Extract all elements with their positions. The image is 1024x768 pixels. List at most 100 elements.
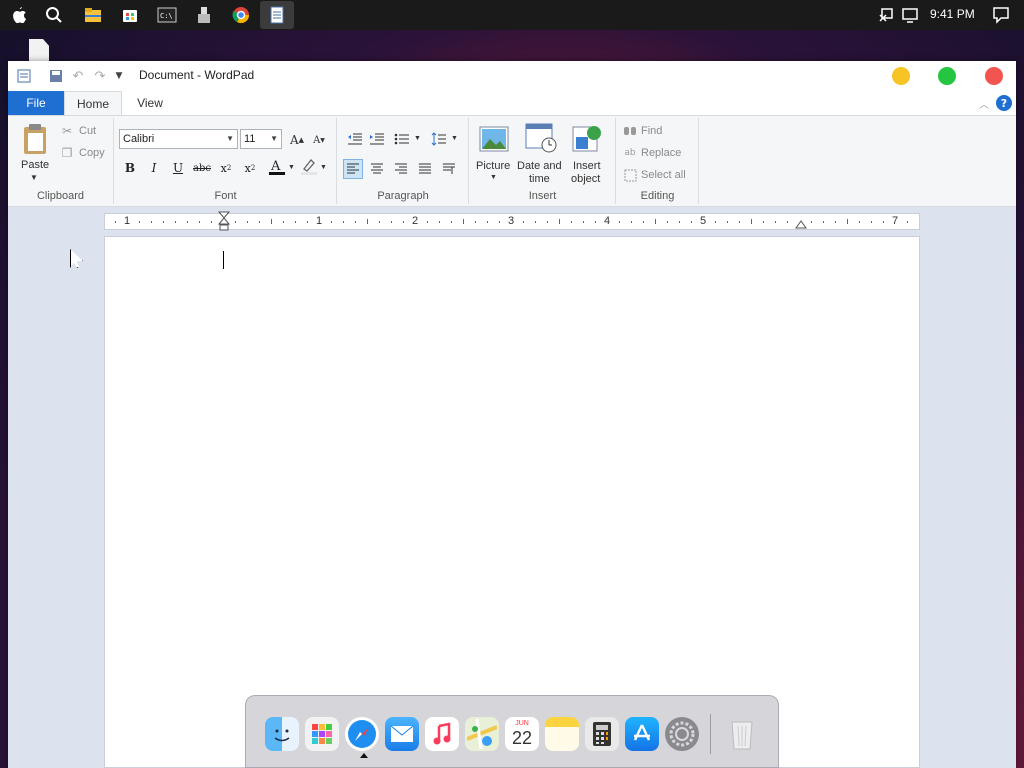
line-spacing-dropdown-icon[interactable]: ▼ <box>451 135 458 142</box>
file-explorer-icon[interactable] <box>82 4 104 26</box>
replace-icon[interactable]: ab <box>623 146 637 160</box>
grow-font-icon[interactable]: A ▲ <box>288 131 306 149</box>
justify-button[interactable] <box>415 159 435 179</box>
shrink-font-icon[interactable]: A ▼ <box>310 131 328 149</box>
increase-indent-icon[interactable] <box>368 131 386 147</box>
apple-icon[interactable] <box>8 4 30 26</box>
undo-icon[interactable]: ↶ <box>70 68 86 84</box>
superscript-icon[interactable]: x2 <box>240 158 260 178</box>
chrome-icon[interactable] <box>230 4 252 26</box>
collapse-ribbon-icon[interactable]: ︿ <box>976 95 992 111</box>
insert-object-button-line1[interactable]: Insert <box>573 160 601 172</box>
replace-button[interactable]: Replace <box>641 147 681 159</box>
customize-icon[interactable]: ▼ <box>111 68 127 84</box>
launchpad-icon[interactable] <box>305 717 339 751</box>
help-icon[interactable]: ? <box>996 95 1012 111</box>
subscript-icon[interactable]: x2 <box>216 158 236 178</box>
align-left-button[interactable] <box>343 159 363 179</box>
close-button[interactable] <box>985 67 1003 85</box>
copy-icon[interactable]: ❐ <box>60 146 74 160</box>
highlight-dropdown-icon[interactable]: ▼ <box>320 164 327 171</box>
save-icon[interactable] <box>48 68 64 84</box>
dock-separator <box>710 714 711 754</box>
paragraph-label: Paragraph <box>377 190 429 202</box>
indent-marker-icon[interactable] <box>218 211 230 231</box>
copy-button[interactable]: Copy <box>79 147 105 159</box>
align-center-button[interactable] <box>367 159 387 179</box>
find-button[interactable]: Find <box>641 125 662 137</box>
cut-button[interactable]: Cut <box>79 125 96 137</box>
desktop-file-icon[interactable] <box>29 39 49 63</box>
paste-icon[interactable] <box>21 122 49 156</box>
mail-icon[interactable] <box>385 717 419 751</box>
store-icon[interactable] <box>119 4 141 26</box>
wordpad-icon[interactable] <box>260 1 294 29</box>
clock[interactable]: 9:41 PM <box>930 7 975 21</box>
text-color-icon[interactable]: A <box>266 156 288 178</box>
text-color-dropdown-icon[interactable]: ▼ <box>288 164 295 171</box>
bullet-list-icon[interactable] <box>393 131 411 147</box>
tab-view[interactable]: View <box>126 91 174 115</box>
usb-device-icon[interactable] <box>193 4 215 26</box>
music-icon[interactable] <box>425 717 459 751</box>
picture-button[interactable]: Picture <box>476 160 510 172</box>
document-page[interactable] <box>104 236 920 768</box>
line-spacing-icon[interactable] <box>430 131 448 147</box>
right-indent-marker-icon[interactable] <box>795 219 807 229</box>
clipboard-label: Clipboard <box>36 190 85 202</box>
picture-dropdown-icon[interactable]: ▼ <box>490 174 497 181</box>
italic-button[interactable]: I <box>144 158 164 178</box>
terminal-icon[interactable]: C:\ <box>156 4 178 26</box>
display-icon[interactable] <box>899 4 921 26</box>
calculator-icon[interactable] <box>585 717 619 751</box>
paste-button[interactable]: Paste <box>21 159 49 171</box>
svg-text:C:\: C:\ <box>160 12 173 20</box>
notes-icon[interactable] <box>545 717 579 751</box>
notification-icon[interactable] <box>990 4 1012 26</box>
redo-icon[interactable]: ↷ <box>92 68 108 84</box>
maximize-button[interactable] <box>938 67 956 85</box>
window-title: Document - WordPad <box>139 68 255 82</box>
search-icon[interactable] <box>43 4 65 26</box>
picture-icon[interactable] <box>478 124 510 154</box>
date-time-button-line1[interactable]: Date and <box>517 160 562 172</box>
safari-icon[interactable] <box>345 717 379 751</box>
ruler-number: 4 <box>604 215 611 227</box>
date-time-icon[interactable] <box>524 122 558 154</box>
bold-button[interactable]: B <box>120 158 140 178</box>
calendar-icon[interactable]: JUN 22 <box>505 717 539 751</box>
ruler[interactable]: 1 1 2 3 4 5 7 <box>104 211 920 231</box>
ruler-number: 2 <box>412 215 419 227</box>
find-icon[interactable] <box>623 124 637 138</box>
tab-file[interactable]: File <box>8 91 64 115</box>
wordpad-app-icon[interactable] <box>16 68 32 84</box>
network-off-icon[interactable] <box>876 4 898 26</box>
minimize-button[interactable] <box>892 67 910 85</box>
title-bar: ↶ ↷ ▼ Document - WordPad <box>8 61 1016 91</box>
insert-label: Insert <box>528 190 557 202</box>
date-time-button-line2[interactable]: time <box>529 173 550 185</box>
system-settings-icon[interactable] <box>665 717 699 751</box>
ruler-number: 7 <box>892 215 899 227</box>
finder-icon[interactable] <box>265 717 299 751</box>
highlight-icon[interactable] <box>299 156 319 178</box>
decrease-indent-icon[interactable] <box>346 131 364 147</box>
insert-object-icon[interactable] <box>571 122 605 154</box>
select-all-icon[interactable] <box>623 168 637 182</box>
paste-dropdown-icon[interactable]: ▼ <box>30 173 38 182</box>
font-family-select[interactable]: Calibri ▼ <box>119 129 238 149</box>
maps-icon[interactable] <box>465 717 499 751</box>
select-all-button[interactable]: Select all <box>641 169 686 181</box>
insert-object-button-line2[interactable]: object <box>571 173 600 185</box>
ruler-number: 3 <box>508 215 515 227</box>
strikethrough-button[interactable]: abc <box>192 158 212 178</box>
underline-button[interactable]: U <box>168 158 188 178</box>
tab-home[interactable]: Home <box>64 91 122 115</box>
trash-icon[interactable] <box>725 717 759 751</box>
app-store-icon[interactable] <box>625 717 659 751</box>
bullet-dropdown-icon[interactable]: ▼ <box>414 135 421 142</box>
align-right-button[interactable] <box>391 159 411 179</box>
cut-icon[interactable]: ✂ <box>60 124 74 138</box>
font-size-select[interactable]: 11 ▼ <box>240 129 282 149</box>
paragraph-settings-button[interactable] <box>439 159 459 179</box>
